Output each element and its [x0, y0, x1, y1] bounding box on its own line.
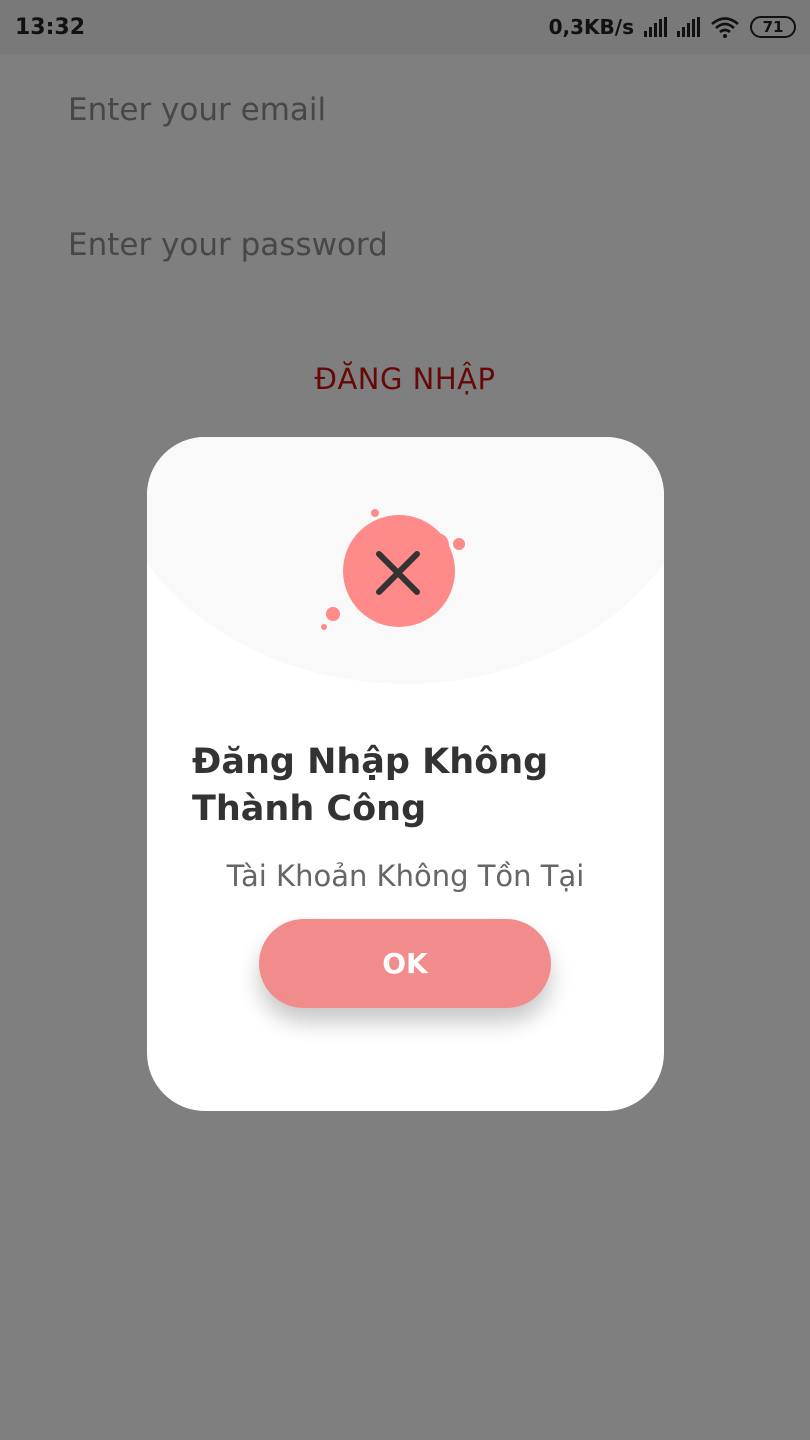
ok-button[interactable]: OK	[259, 919, 551, 1008]
dialog-title: Đăng Nhập Không Thành Công	[192, 742, 549, 829]
error-x-icon	[321, 509, 465, 630]
error-dialog: Đăng Nhập Không Thành Công Tài Khoản Khô…	[147, 437, 664, 1111]
dialog-message: Tài Khoản Không Tồn Tại	[226, 859, 585, 893]
